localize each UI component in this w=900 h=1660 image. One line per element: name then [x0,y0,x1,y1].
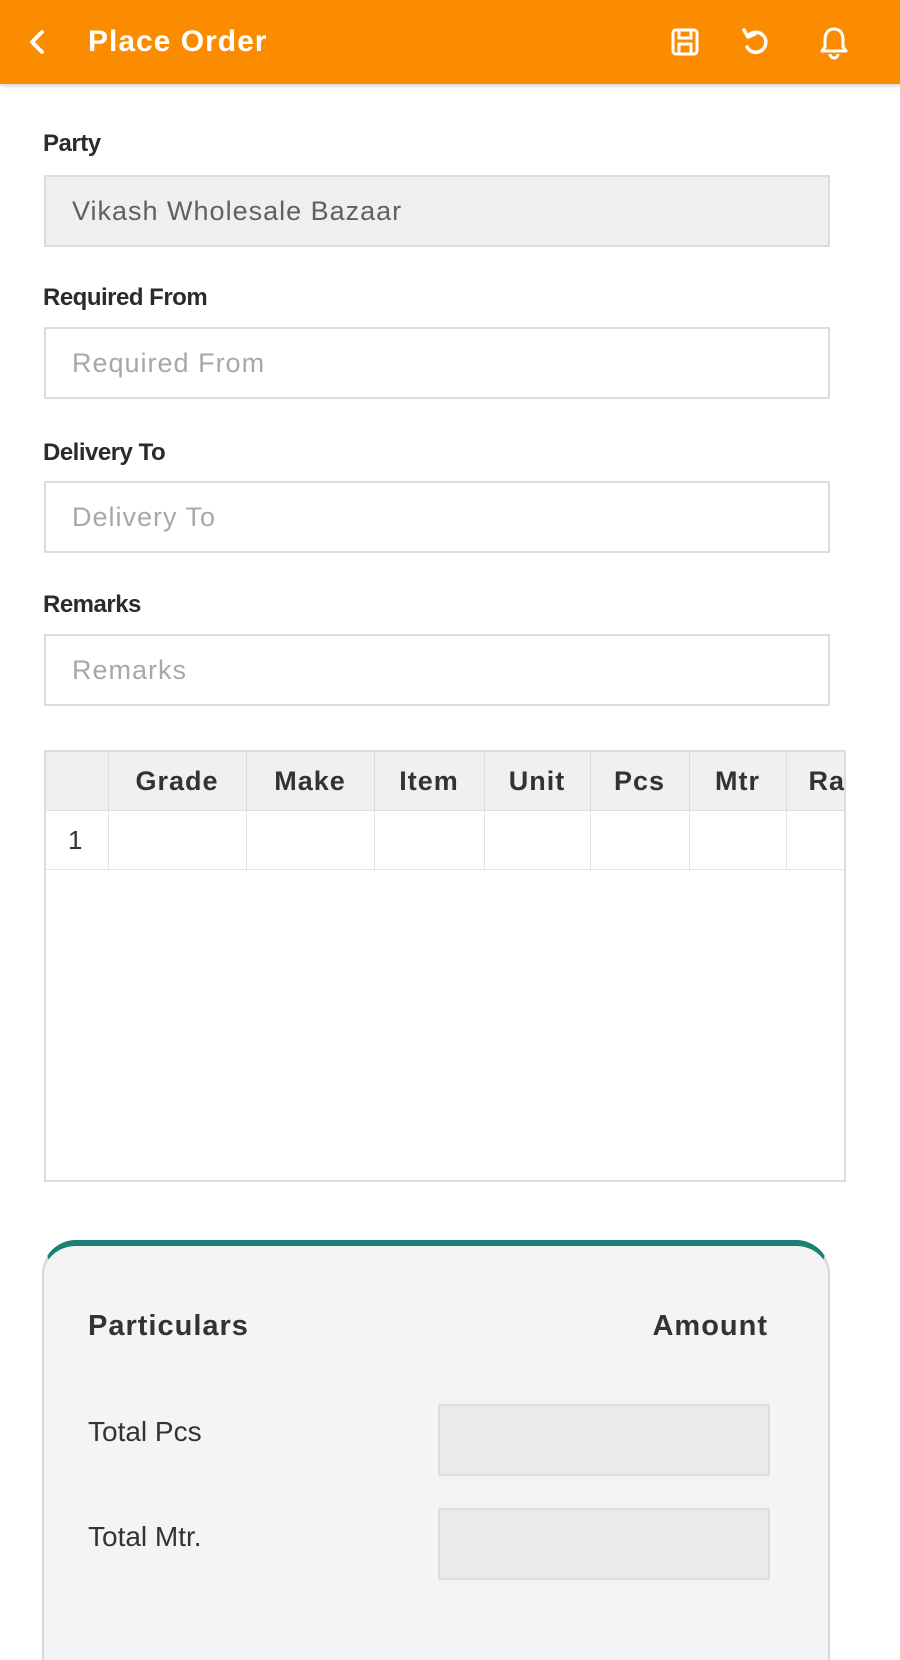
total-mtr-value [438,1508,770,1580]
delivery-to-field[interactable] [44,481,830,553]
party-label: Party [43,130,101,157]
grid-header-item[interactable]: Item [374,752,485,811]
delivery-to-label: Delivery To [43,439,166,466]
grid-header-make[interactable]: Make [246,752,375,811]
page-title: Place Order [88,25,268,58]
rate-cell[interactable] [786,810,844,870]
back-arrow-icon[interactable] [18,22,58,62]
bell-icon[interactable] [814,22,854,62]
app-bar: Place Order [0,0,900,84]
required-from-field[interactable] [44,327,830,399]
required-from-label: Required From [43,284,208,311]
summary-card: Particulars Amount Total Pcs Total Mtr. [42,1240,830,1660]
total-pcs-value [438,1404,770,1476]
particulars-header: Particulars [88,1310,249,1342]
grid-header-rownum [46,752,109,811]
party-field[interactable] [44,175,830,247]
items-grid[interactable]: Grade Make Item Unit Pcs Mtr Ra 1 [44,750,846,1182]
total-mtr-label: Total Mtr. [88,1521,202,1552]
table-row: 1 [46,810,844,870]
save-icon[interactable] [665,22,705,62]
amount-header: Amount [652,1310,768,1342]
remarks-label: Remarks [43,591,141,618]
item-cell[interactable] [374,810,485,870]
grade-cell[interactable] [108,810,247,870]
mtr-cell[interactable] [689,810,787,870]
unit-cell[interactable] [484,810,591,870]
remarks-field[interactable] [44,634,830,706]
undo-icon[interactable] [736,22,776,62]
grid-header-row: Grade Make Item Unit Pcs Mtr Ra [46,752,844,811]
pcs-cell[interactable] [590,810,690,870]
grid-header-mtr[interactable]: Mtr [689,752,787,811]
row-number-cell: 1 [46,810,109,870]
grid-header-pcs[interactable]: Pcs [590,752,690,811]
grid-header-unit[interactable]: Unit [484,752,591,811]
total-pcs-label: Total Pcs [88,1416,202,1447]
grid-header-grade[interactable]: Grade [108,752,247,811]
make-cell[interactable] [246,810,375,870]
grid-header-rate[interactable]: Ra [786,752,844,811]
